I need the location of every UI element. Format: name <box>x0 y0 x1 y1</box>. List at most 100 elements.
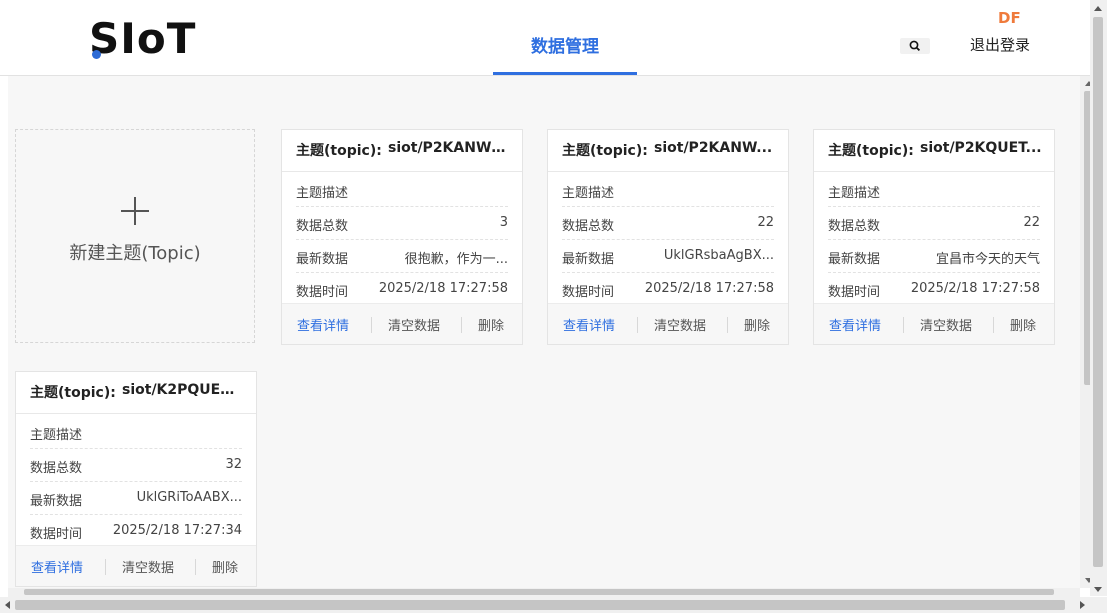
card-actions: 查看详情 清空数据 删除 <box>16 545 256 586</box>
scroll-left-icon[interactable] <box>5 601 10 609</box>
clear-data-link[interactable]: 清空数据 <box>654 315 706 334</box>
card-header: 主题(topic): siot/P2KANW... <box>548 130 788 172</box>
delete-link[interactable]: 删除 <box>212 557 238 576</box>
view-details-link[interactable]: 查看详情 <box>829 315 881 334</box>
description-row: 主题描述 <box>30 416 242 449</box>
latest-value: UklGRiToAABX... <box>136 490 242 505</box>
content-horizontal-scrollbar[interactable] <box>8 588 1080 597</box>
card-header: 主题(topic): siot/K2PQUEW... <box>16 372 256 414</box>
brand-badge: DF <box>998 9 1021 27</box>
time-value: 2025/2/18 17:27:34 <box>112 523 242 538</box>
total-value: 22 <box>757 215 774 230</box>
logo-text: SIoT <box>89 14 197 63</box>
logo: SIoT <box>89 14 196 64</box>
card-actions: 查看详情 清空数据 删除 <box>548 303 788 344</box>
time-label: 数据时间 <box>562 285 615 300</box>
search-button[interactable] <box>900 38 930 54</box>
search-icon <box>909 40 921 52</box>
latest-value: 很抱歉，作为一... <box>404 252 508 267</box>
time-value: 2025/2/18 17:27:58 <box>378 281 508 296</box>
divider <box>371 317 372 333</box>
clear-data-link[interactable]: 清空数据 <box>122 557 174 576</box>
description-row: 主题描述 <box>828 174 1040 207</box>
page-vertical-scrollbar[interactable] <box>1090 0 1107 596</box>
topic-card: 主题(topic): siot/K2PQUEW... 主题描述 数据总数 32 … <box>15 371 257 587</box>
total-row: 数据总数 22 <box>562 207 774 240</box>
scroll-down-icon[interactable] <box>1094 587 1102 592</box>
latest-row: 最新数据 很抱歉，作为一... <box>296 240 508 273</box>
topic-card: 主题(topic): siot/P2KANWT... 主题描述 数据总数 3 最… <box>281 129 523 345</box>
total-row: 数据总数 3 <box>296 207 508 240</box>
active-tab-indicator <box>493 72 637 75</box>
clear-data-link[interactable]: 清空数据 <box>920 315 972 334</box>
scroll-thumb[interactable] <box>24 589 1054 595</box>
topic-name: siot/K2PQUEW... <box>122 382 244 398</box>
latest-value: UklGRsbaAgBX... <box>663 248 774 263</box>
time-value: 2025/2/18 17:27:58 <box>644 281 774 296</box>
delete-link[interactable]: 删除 <box>744 315 770 334</box>
latest-row: 最新数据 UklGRiToAABX... <box>30 482 242 515</box>
divider <box>637 317 638 333</box>
tab-data-management[interactable]: 数据管理 <box>493 0 637 75</box>
topic-key-label: 主题(topic): <box>828 143 914 159</box>
latest-row: 最新数据 UklGRsbaAgBX... <box>562 240 774 273</box>
card-actions: 查看详情 清空数据 删除 <box>814 303 1054 344</box>
topic-key-label: 主题(topic): <box>296 143 382 159</box>
new-topic-label: 新建主题(Topic) <box>69 243 201 264</box>
scroll-up-icon[interactable] <box>1094 6 1102 11</box>
time-label: 数据时间 <box>828 285 881 300</box>
time-value: 2025/2/18 17:27:58 <box>910 281 1040 296</box>
topic-key-label: 主题(topic): <box>30 385 116 401</box>
view-details-link[interactable]: 查看详情 <box>31 557 83 576</box>
time-row: 数据时间 2025/2/18 17:27:58 <box>296 273 508 305</box>
latest-row: 最新数据 宜昌市今天的天气 <box>828 240 1040 273</box>
divider <box>993 317 994 333</box>
time-label: 数据时间 <box>296 285 349 300</box>
divider <box>105 559 106 575</box>
view-details-link[interactable]: 查看详情 <box>563 315 615 334</box>
latest-label: 最新数据 <box>562 252 615 267</box>
card-header: 主题(topic): siot/P2KQUET... <box>814 130 1054 172</box>
scroll-thumb[interactable] <box>15 600 1065 610</box>
card-header: 主题(topic): siot/P2KANWT... <box>282 130 522 172</box>
total-label: 数据总数 <box>30 461 83 476</box>
total-value: 22 <box>1023 215 1040 230</box>
page-horizontal-scrollbar[interactable] <box>0 597 1107 613</box>
logo-dot <box>92 50 101 59</box>
top-header: SIoT 数据管理 DF 退出登录 <box>0 0 1107 76</box>
topic-key-label: 主题(topic): <box>562 143 648 159</box>
new-topic-card[interactable]: 新建主题(Topic) <box>15 129 255 343</box>
divider <box>195 559 196 575</box>
card-actions: 查看详情 清空数据 删除 <box>282 303 522 344</box>
latest-label: 最新数据 <box>30 494 83 509</box>
delete-link[interactable]: 删除 <box>478 315 504 334</box>
divider <box>461 317 462 333</box>
time-row: 数据时间 2025/2/18 17:27:58 <box>562 273 774 305</box>
latest-label: 最新数据 <box>828 252 881 267</box>
topic-name: siot/P2KQUET... <box>920 140 1042 156</box>
divider <box>903 317 904 333</box>
tab-data-management-label: 数据管理 <box>531 37 599 57</box>
description-label: 主题描述 <box>30 428 83 443</box>
clear-data-link[interactable]: 清空数据 <box>388 315 440 334</box>
topic-name: siot/P2KANWT... <box>388 140 510 156</box>
description-row: 主题描述 <box>562 174 774 207</box>
delete-link[interactable]: 删除 <box>1010 315 1036 334</box>
description-label: 主题描述 <box>828 186 881 201</box>
divider <box>727 317 728 333</box>
scroll-thumb[interactable] <box>1093 17 1103 567</box>
topic-card: 主题(topic): siot/P2KANW... 主题描述 数据总数 22 最… <box>547 129 789 345</box>
view-details-link[interactable]: 查看详情 <box>297 315 349 334</box>
total-label: 数据总数 <box>296 219 349 234</box>
total-value: 32 <box>225 457 242 472</box>
logout-button[interactable]: 退出登录 <box>970 34 1030 55</box>
time-row: 数据时间 2025/2/18 17:27:34 <box>30 515 242 547</box>
description-label: 主题描述 <box>562 186 615 201</box>
time-label: 数据时间 <box>30 527 83 542</box>
total-row: 数据总数 22 <box>828 207 1040 240</box>
latest-value: 宜昌市今天的天气 <box>935 252 1040 267</box>
topic-name: siot/P2KANW... <box>654 140 773 156</box>
scroll-right-icon[interactable] <box>1080 601 1085 609</box>
topic-grid: 新建主题(Topic) 主题(topic): siot/P2KANWT... 主… <box>8 76 1080 588</box>
latest-label: 最新数据 <box>296 252 349 267</box>
